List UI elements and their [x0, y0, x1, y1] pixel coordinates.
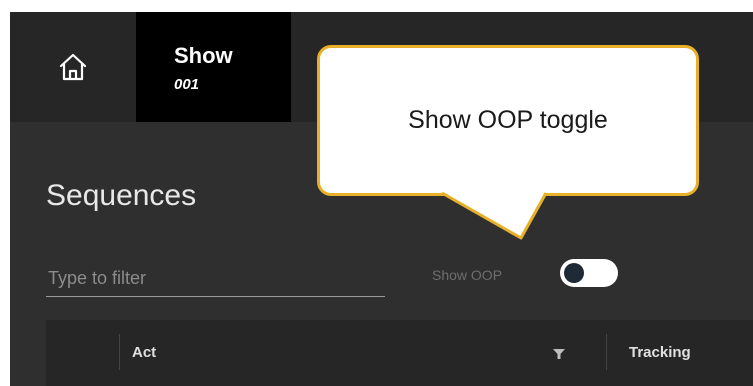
column-separator [119, 334, 120, 370]
show-oop-label: Show OOP [432, 267, 503, 283]
callout-text: Show OOP toggle [408, 106, 608, 134]
app-window: Show 001 Sequences Show OOP Act Tracking… [10, 12, 753, 386]
show-oop-toggle[interactable] [560, 259, 618, 287]
page-title: Sequences [46, 179, 197, 212]
tooltip-callout: Show OOP toggle [317, 45, 699, 196]
table-header: Act Tracking [46, 320, 753, 386]
filter-icon[interactable] [552, 347, 566, 365]
column-header-act[interactable]: Act [132, 344, 156, 362]
home-button[interactable] [10, 12, 136, 122]
column-separator [606, 334, 607, 370]
filter-field [46, 262, 385, 297]
toggle-knob [564, 263, 584, 283]
show-title: Show [174, 43, 233, 68]
column-header-tracking[interactable]: Tracking [629, 344, 691, 362]
show-tab[interactable]: Show 001 [136, 12, 291, 122]
filter-input[interactable] [46, 262, 385, 294]
show-code: 001 [174, 76, 200, 93]
home-icon [58, 52, 88, 82]
